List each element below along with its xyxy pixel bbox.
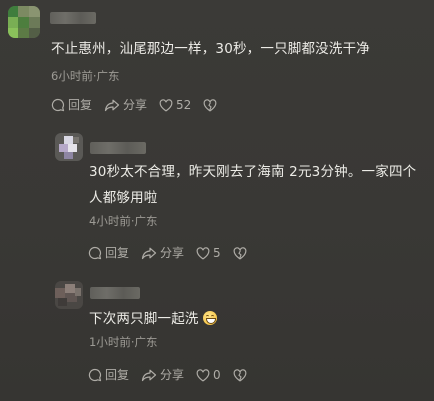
share-button[interactable]: 分享 — [141, 367, 184, 383]
dislike-button[interactable] — [233, 246, 247, 260]
comment-meta: 4小时前·广东 — [89, 214, 158, 228]
comment-text-content: 下次两只脚一起洗 — [89, 311, 199, 327]
heart-icon — [159, 98, 173, 112]
reply-button[interactable]: 回复 — [51, 97, 92, 113]
share-arrow-icon — [104, 99, 120, 112]
comment-actions: 回复 分享 52 — [51, 96, 217, 114]
comment-text-line-1: 30秒太不合理，昨天刚去了海南 2元3分钟。一家四个 — [89, 164, 417, 180]
avatar[interactable] — [55, 133, 83, 161]
heart-icon — [196, 368, 210, 382]
comment-text-line-2: 人都够用啦 — [89, 190, 158, 206]
dislike-button[interactable] — [203, 98, 217, 112]
broken-heart-icon — [203, 98, 217, 112]
comment-item: 下次两只脚一起洗 1小时前·广东 回复 分享 0 — [0, 270, 434, 401]
share-arrow-icon — [141, 247, 157, 260]
share-button[interactable]: 分享 — [141, 245, 184, 261]
reply-button[interactable]: 回复 — [88, 367, 129, 383]
reply-label: 回复 — [105, 246, 130, 260]
share-label: 分享 — [123, 98, 148, 112]
broken-heart-icon — [233, 368, 247, 382]
like-button[interactable]: 0 — [196, 367, 221, 383]
share-arrow-icon — [141, 369, 157, 382]
comment-actions: 回复 分享 0 — [88, 366, 247, 384]
comment-bubble-icon — [88, 368, 102, 382]
username-blurred[interactable] — [50, 12, 96, 24]
comment-item: 不止惠州，汕尾那边一样，30秒，一只脚都没洗干净 6小时前·广东 回复 分享 5… — [0, 0, 434, 125]
comment-thread: 不止惠州，汕尾那边一样，30秒，一只脚都没洗干净 6小时前·广东 回复 分享 5… — [0, 0, 434, 401]
broken-heart-icon — [233, 246, 247, 260]
like-count: 5 — [213, 246, 221, 260]
comment-text: 不止惠州，汕尾那边一样，30秒，一只脚都没洗干净 — [51, 41, 370, 57]
username-blurred[interactable] — [90, 142, 146, 154]
dislike-button[interactable] — [233, 368, 247, 382]
comment-text: 下次两只脚一起洗 — [89, 308, 217, 330]
share-button[interactable]: 分享 — [104, 97, 147, 113]
comment-meta: 1小时前·广东 — [89, 335, 158, 349]
like-button[interactable]: 5 — [196, 245, 221, 261]
like-button[interactable]: 52 — [159, 97, 191, 113]
comment-actions: 回复 分享 5 — [88, 244, 247, 262]
comment-meta: 6小时前·广东 — [51, 69, 120, 83]
share-label: 分享 — [160, 246, 185, 260]
avatar[interactable] — [8, 6, 40, 38]
comment-bubble-icon — [88, 246, 102, 260]
comment-item: 30秒太不合理，昨天刚去了海南 2元3分钟。一家四个 人都够用啦 4小时前·广东… — [0, 125, 434, 270]
avatar[interactable] — [55, 281, 83, 309]
grin-emoji-icon — [202, 311, 217, 325]
heart-icon — [196, 246, 210, 260]
share-label: 分享 — [160, 368, 185, 382]
reply-label: 回复 — [105, 368, 130, 382]
reply-button[interactable]: 回复 — [88, 245, 129, 261]
like-count: 52 — [176, 98, 192, 112]
reply-label: 回复 — [68, 98, 93, 112]
username-blurred[interactable] — [90, 287, 140, 299]
like-count: 0 — [213, 368, 221, 382]
comment-bubble-icon — [51, 98, 65, 112]
